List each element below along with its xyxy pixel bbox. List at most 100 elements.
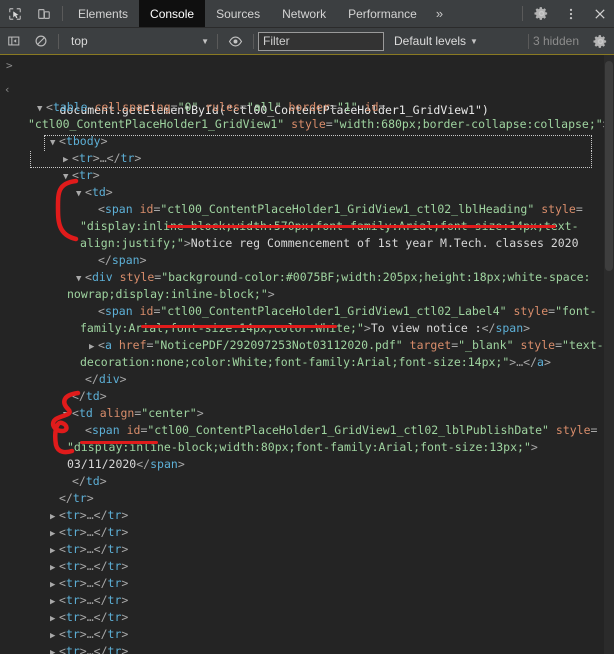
dom-tree-line[interactable]: </span> <box>0 252 604 269</box>
dom-token-txt <box>133 304 140 318</box>
dom-token-tag: tr <box>107 576 122 590</box>
dom-token-tag: div <box>98 372 120 386</box>
dom-token-tag: tr <box>107 627 122 641</box>
dom-tree-line[interactable]: <span id="ctl00_ContentPlaceHolder1_Grid… <box>0 303 604 320</box>
dom-token-tag: div <box>91 270 113 284</box>
dom-token-punc: > <box>177 457 185 471</box>
dom-tree-line[interactable]: family:Arial;font-size:14px;color:White;… <box>0 320 604 337</box>
console-scrollbar-thumb[interactable] <box>605 61 613 271</box>
dom-tree-line[interactable]: <span id="ctl00_ContentPlaceHolder1_Grid… <box>0 201 604 218</box>
dom-token-tag: tr <box>65 559 80 573</box>
dom-tree-line[interactable]: align:justify;">Notice reg Commencement … <box>0 235 604 252</box>
dom-token-tag: tr <box>78 168 93 182</box>
dom-tree-line[interactable]: ▼ <div style="background-color:#0075BF;wi… <box>0 269 604 286</box>
dom-tree-line[interactable]: ▶ <a href="NoticePDF/292097253Not03112020… <box>0 337 604 354</box>
dom-token-attr: target <box>409 338 452 352</box>
console-command-entry[interactable]: > document.getElementById("ctl00_Content… <box>0 55 614 117</box>
live-expression-eye-icon[interactable] <box>222 28 249 55</box>
dom-token-tag: td <box>85 389 100 403</box>
dom-token-val: "all" <box>246 100 282 114</box>
dom-token-punc: > <box>121 610 129 624</box>
dom-token-val: nowrap;display:inline-block;" <box>67 287 268 301</box>
console-output-panel[interactable]: > document.getElementById("ctl00_Content… <box>0 55 614 654</box>
dom-token-tag: tr <box>107 644 122 654</box>
expand-triangle-closed-icon[interactable]: ▶ <box>50 645 59 654</box>
dom-token-ellip: … <box>86 644 94 654</box>
log-levels-label: Default levels <box>394 34 467 48</box>
dom-token-txt <box>113 270 120 284</box>
dom-token-tag: td <box>78 406 93 420</box>
dom-token-tag: td <box>85 474 100 488</box>
dom-tree-line[interactable]: nowrap;display:inline-block;"> <box>0 286 604 303</box>
dom-tree-line[interactable]: ▶ <tr>…</tr> <box>0 558 604 575</box>
dom-token-punc: < <box>59 610 66 624</box>
show-console-sidebar-icon[interactable] <box>0 28 27 55</box>
dom-token-ellip: … <box>86 542 94 556</box>
dom-token-val: "ctl00_ContentPlaceHolder1_GridView1" <box>28 117 285 131</box>
clear-console-icon[interactable] <box>27 28 54 55</box>
dom-token-punc: < <box>59 593 66 607</box>
dom-tree-line[interactable]: decoration:none;color:White;font-family:… <box>0 354 604 371</box>
dom-token-punc: > <box>543 355 551 369</box>
console-filter-input[interactable]: Filter <box>258 31 384 51</box>
dom-tree-line[interactable]: ▼ <tr> <box>0 167 604 184</box>
dom-tree-line[interactable]: ▶ <tr>…</tr> <box>0 575 604 592</box>
dom-tree-line[interactable]: "display:inline-block;width:80px;font-fa… <box>0 439 604 456</box>
dom-token-punc: < <box>85 270 92 284</box>
filterbar-divider-4 <box>527 33 529 49</box>
dom-tree-line[interactable]: ▼ <tbody> <box>0 133 604 150</box>
dom-token-punc: = <box>590 423 598 437</box>
dom-tree-line[interactable]: </td> <box>0 473 604 490</box>
dom-token-punc: < <box>59 644 66 654</box>
dom-tree-line[interactable]: </tr> <box>0 490 604 507</box>
dom-tree-line[interactable]: ▼ <table cellspacing="0" rules="all" bord… <box>0 99 604 116</box>
dom-token-attr: href <box>118 338 147 352</box>
tab-performance[interactable]: Performance <box>337 0 428 27</box>
device-toolbar-icon[interactable] <box>29 0 58 27</box>
dom-tree-line[interactable]: ▶ <tr>…</tr> <box>0 592 604 609</box>
dom-tree-line[interactable]: ▶ <tr>…</tr> <box>0 150 604 167</box>
dom-tree-line[interactable]: </div> <box>0 371 604 388</box>
dom-token-val: "0" <box>177 100 199 114</box>
result-arrow-icon: ‹ <box>4 83 11 96</box>
dom-tree-line[interactable]: ▶ <tr>…</tr> <box>0 507 604 524</box>
hidden-messages-count[interactable]: 3 hidden <box>533 34 579 48</box>
dom-token-val: "ctl00_ContentPlaceHolder1_GridView1_ctl… <box>160 202 535 216</box>
dom-token-tag: span <box>111 253 140 267</box>
settings-gear-icon[interactable] <box>527 0 556 27</box>
dom-token-ellip: … <box>86 559 94 573</box>
log-levels-select[interactable]: Default levels ▼ <box>394 34 478 48</box>
dom-token-punc: > <box>121 542 129 556</box>
dom-tree-line[interactable]: "display:inline-block;width:570px;font-f… <box>0 218 604 235</box>
dom-token-punc: > <box>105 185 113 199</box>
dom-tree-line[interactable]: ▶ <tr>…</tr> <box>0 524 604 541</box>
dom-token-tag: tr <box>65 610 80 624</box>
console-settings-gear-icon[interactable] <box>587 28 614 55</box>
tab-console[interactable]: Console <box>139 0 206 27</box>
tab-sources[interactable]: Sources <box>205 0 271 27</box>
dom-tree-line[interactable]: ▶ <tr>…</tr> <box>0 643 604 654</box>
close-devtools-icon[interactable] <box>585 0 614 27</box>
more-tabs-chevron-icon[interactable]: » <box>428 0 451 27</box>
inspect-element-icon[interactable] <box>0 0 29 27</box>
dom-tree-line[interactable]: ▶ <tr>…</tr> <box>0 609 604 626</box>
more-options-kebab-icon[interactable] <box>556 0 585 27</box>
dom-token-txt <box>133 202 140 216</box>
dom-tree-line[interactable]: </td> <box>0 388 604 405</box>
dom-tree-line[interactable]: ▼ <td> <box>0 184 604 201</box>
dom-token-val: "display:inline-block;width:80px;font-fa… <box>67 440 531 454</box>
dom-tree-line[interactable]: 03/11/2020</span> <box>0 456 604 473</box>
console-filter-placeholder: Filter <box>263 33 290 48</box>
dom-token-punc: < <box>98 338 105 352</box>
dom-tree-line[interactable]: ▼ <td align="center"> <box>0 405 604 422</box>
dom-tree-line[interactable]: <span id="ctl00_ContentPlaceHolder1_Grid… <box>0 422 604 439</box>
dom-tree-line[interactable]: ▶ <tr>…</tr> <box>0 626 604 643</box>
dom-token-punc: > <box>267 287 275 301</box>
console-vertical-scrollbar[interactable] <box>604 55 614 654</box>
dom-token-punc: > <box>79 508 87 522</box>
tab-elements[interactable]: Elements <box>67 0 139 27</box>
dom-tree-line[interactable]: ▶ <tr>…</tr> <box>0 541 604 558</box>
dom-tree-line[interactable]: "ctl00_ContentPlaceHolder1_GridView1" st… <box>0 116 610 133</box>
execution-context-select[interactable]: top ▼ <box>63 31 213 51</box>
tab-network[interactable]: Network <box>271 0 337 27</box>
